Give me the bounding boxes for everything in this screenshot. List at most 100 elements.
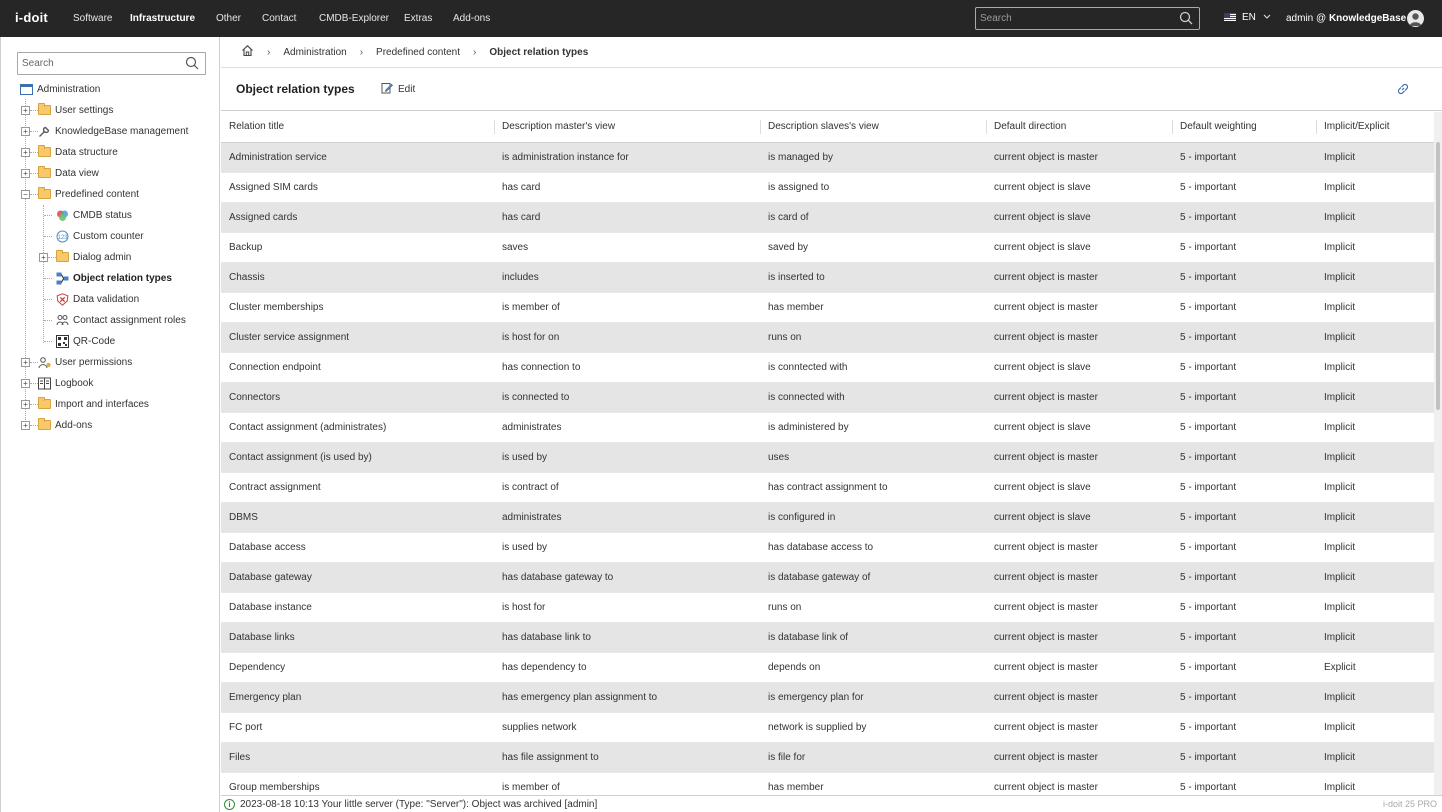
table-row[interactable]: Files has file assignment to is file for cu…	[221, 742, 1434, 773]
tree-item-custom-counter[interactable]: 123 Custom counter	[56, 228, 144, 244]
tree-connector	[44, 320, 52, 321]
table-cell: Implicit	[1316, 142, 1434, 173]
table-cell: Implicit	[1316, 232, 1434, 263]
sidebar-search-input[interactable]	[18, 53, 178, 74]
tree-item-predefined-content[interactable]: Predefined content	[38, 186, 139, 202]
column-header-default-direction[interactable]: Default direction	[986, 112, 1172, 143]
table-row[interactable]: Database access is used by has database ac…	[221, 532, 1434, 563]
scrollbar-thumb[interactable]	[1436, 142, 1440, 410]
expand-toggle[interactable]: +	[39, 253, 48, 262]
nav-cmdb-explorer[interactable]: CMDB-Explorer	[319, 13, 389, 24]
app-logo[interactable]: i-doit	[15, 10, 48, 25]
expand-toggle[interactable]: +	[21, 148, 30, 157]
nav-infrastructure[interactable]: Infrastructure	[130, 13, 195, 24]
nav-extras[interactable]: Extras	[404, 13, 432, 24]
table-row[interactable]: DBMS administrates is configured in current…	[221, 502, 1434, 533]
column-header-implicit-explicit[interactable]: Implicit/Explicit	[1316, 112, 1434, 143]
expand-toggle[interactable]: +	[21, 106, 30, 115]
tree-item-knowledgebase-management[interactable]: KnowledgeBase management	[38, 123, 188, 139]
expand-toggle[interactable]: +	[21, 358, 30, 367]
table-cell: 5 - important	[1172, 652, 1316, 683]
folder-icon	[56, 250, 69, 262]
tree-item-administration[interactable]: Administration	[20, 81, 100, 97]
table-cell: is database link of	[760, 622, 986, 653]
home-icon[interactable]	[241, 44, 254, 60]
table-row[interactable]: Assigned cards has card is card of current …	[221, 202, 1434, 233]
table-cell: runs on	[760, 322, 986, 353]
expand-toggle[interactable]: +	[21, 400, 30, 409]
column-header-default-weighting[interactable]: Default weighting	[1172, 112, 1316, 143]
table-row[interactable]: Connectors is connected to is connected wi…	[221, 382, 1434, 413]
avatar[interactable]	[1407, 10, 1424, 27]
table-cell: is configured in	[760, 502, 986, 533]
tree-item-contact-assignment-roles[interactable]: Contact assignment roles	[56, 312, 186, 328]
table-row[interactable]: Database instance is host for runs on curre…	[221, 592, 1434, 623]
tree-item-qr-code[interactable]: QR-Code	[56, 333, 115, 349]
table-row[interactable]: Assigned SIM cards has card is assigned to…	[221, 172, 1434, 203]
table-cell: administrates	[494, 412, 760, 443]
breadcrumb-link-predefined-content[interactable]: Predefined content	[376, 47, 460, 58]
table-row[interactable]: Database gateway has database gateway to i…	[221, 562, 1434, 593]
table-cell: 5 - important	[1172, 442, 1316, 473]
tree-item-data-structure[interactable]: Data structure	[38, 144, 118, 160]
user-name: admin @	[1286, 13, 1329, 24]
language-selector[interactable]: EN	[1224, 12, 1271, 23]
table-row[interactable]: Cluster memberships is member of has membe…	[221, 292, 1434, 323]
edit-button[interactable]: Edit	[381, 82, 415, 97]
link-icon[interactable]	[1396, 82, 1410, 99]
expand-toggle[interactable]: +	[21, 127, 30, 136]
table-cell: 5 - important	[1172, 712, 1316, 743]
search-icon[interactable]	[1179, 11, 1193, 28]
table-cell: Assigned SIM cards	[221, 172, 494, 203]
tree-item-data-view[interactable]: Data view	[38, 165, 99, 181]
user-menu[interactable]: admin @ KnowledgeBase	[1286, 13, 1406, 24]
tree-item-import-and-interfaces[interactable]: Import and interfaces	[38, 396, 149, 412]
table-row[interactable]: Group memberships is member of has member c…	[221, 772, 1434, 795]
table-row[interactable]: Contract assignment is contract of has con…	[221, 472, 1434, 503]
breadcrumb-link-administration[interactable]: Administration	[283, 47, 346, 58]
expand-toggle[interactable]: +	[21, 379, 30, 388]
table-cell: Files	[221, 742, 494, 773]
nav-software[interactable]: Software	[73, 13, 112, 24]
tree-item-object-relation-types[interactable]: Object relation types	[56, 270, 172, 286]
tree-item-cmdb-status[interactable]: CMDB status	[56, 207, 132, 223]
table-row[interactable]: Contact assignment (administrates) admini…	[221, 412, 1434, 443]
tree-item-data-validation[interactable]: Data validation	[56, 291, 139, 307]
table-cell: Connection endpoint	[221, 352, 494, 383]
tree-item-dialog-admin[interactable]: Dialog admin	[56, 249, 131, 265]
table-row[interactable]: Connection endpoint has connection to is c…	[221, 352, 1434, 383]
table-row[interactable]: Database links has database link to is dat…	[221, 622, 1434, 653]
table-cell: Emergency plan	[221, 682, 494, 713]
nav-other[interactable]: Other	[216, 13, 241, 24]
search-icon[interactable]	[185, 56, 199, 73]
tree-item-add-ons[interactable]: Add-ons	[38, 417, 92, 433]
table-row[interactable]: Cluster service assignment is host for on…	[221, 322, 1434, 353]
column-header-slave-view[interactable]: Description slaves's view	[760, 112, 986, 143]
table-row[interactable]: Emergency plan has emergency plan assignm…	[221, 682, 1434, 713]
table-row[interactable]: Chassis includes is inserted to current obj…	[221, 262, 1434, 293]
table-row[interactable]: Contact assignment (is used by) is used b…	[221, 442, 1434, 473]
global-search-input[interactable]	[976, 8, 1176, 29]
column-header-master-view[interactable]: Description master's view	[494, 112, 760, 143]
table-scrollbar[interactable]	[1434, 112, 1442, 795]
nav-add-ons[interactable]: Add-ons	[453, 13, 490, 24]
table-cell: is contract of	[494, 472, 760, 503]
table-cell: is member of	[494, 772, 760, 795]
table-row[interactable]: FC port supplies network network is suppli…	[221, 712, 1434, 743]
tree-item-logbook[interactable]: Logbook	[38, 375, 93, 391]
table-cell: Implicit	[1316, 262, 1434, 293]
collapse-toggle[interactable]: −	[21, 190, 30, 199]
table-cell: current object is master	[986, 322, 1172, 353]
nav-contact[interactable]: Contact	[262, 13, 296, 24]
table-row[interactable]: Backup saves saved by current object is sla…	[221, 232, 1434, 263]
expand-toggle[interactable]: +	[21, 169, 30, 178]
column-header-relation-title[interactable]: Relation title	[221, 112, 494, 143]
table-row[interactable]: Dependency has dependency to depends on cur…	[221, 652, 1434, 683]
expand-toggle[interactable]: +	[21, 421, 30, 430]
tree-item-user-permissions[interactable]: User permissions	[38, 354, 132, 370]
version-label: i-doit 25 PRO	[1382, 799, 1437, 809]
table-row[interactable]: Administration service is administration …	[221, 142, 1434, 173]
table-cell: Database gateway	[221, 562, 494, 593]
table-cell: current object is master	[986, 262, 1172, 293]
tree-item-user-settings[interactable]: User settings	[38, 102, 113, 118]
